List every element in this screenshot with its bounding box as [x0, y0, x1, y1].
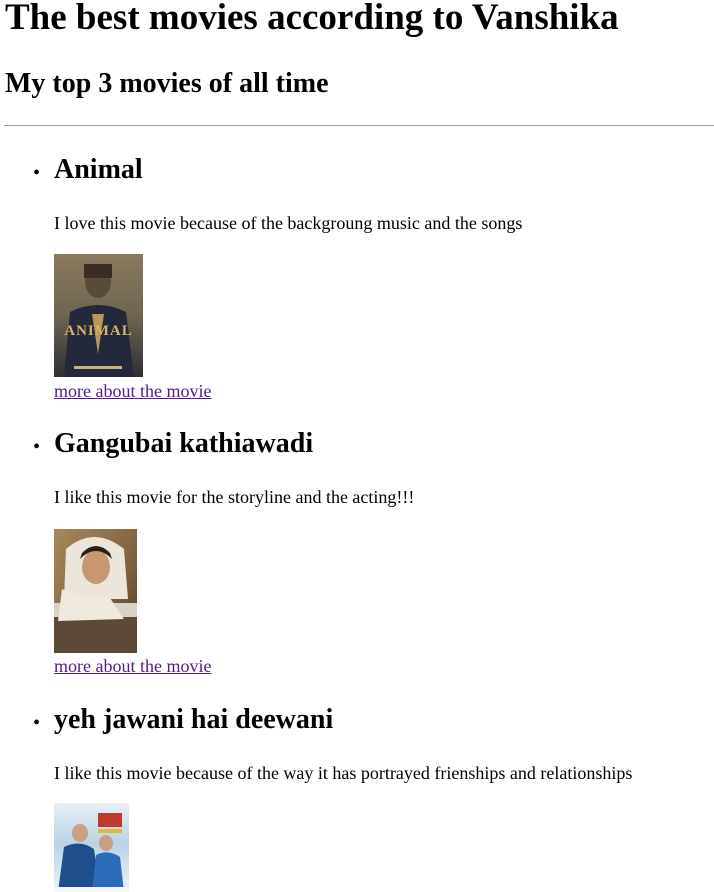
movie-poster-image: ANIMAL	[54, 254, 143, 377]
movie-title: Gangubai kathiawadi	[54, 428, 314, 459]
divider	[4, 125, 714, 126]
more-about-animal-link[interactable]: more about the movie	[54, 380, 211, 402]
bullet: •	[33, 436, 41, 458]
bullet: •	[33, 162, 41, 184]
poster-artwork: ANIMAL	[54, 254, 143, 377]
movie-description: I like this movie for the storyline and …	[54, 487, 415, 507]
movie-description: I like this movie because of the way it …	[54, 763, 633, 783]
page: The best movies according to Vanshika My…	[0, 0, 714, 892]
movie-poster-image	[54, 529, 137, 653]
poster-artwork	[54, 803, 129, 892]
movie-title: Animal	[54, 154, 143, 185]
poster-logo-text: ANIMAL	[64, 323, 133, 339]
movie-title: yeh jawani hai deewani	[54, 704, 334, 735]
page-title: The best movies according to Vanshika	[5, 0, 619, 38]
movie-description: I love this movie because of the backgro…	[54, 213, 523, 233]
poster-artwork	[54, 529, 137, 653]
more-about-gangubai-link[interactable]: more about the movie	[54, 655, 211, 677]
movie-poster-image	[54, 803, 129, 892]
bullet: •	[33, 712, 41, 734]
page-subtitle: My top 3 movies of all time	[5, 68, 329, 99]
